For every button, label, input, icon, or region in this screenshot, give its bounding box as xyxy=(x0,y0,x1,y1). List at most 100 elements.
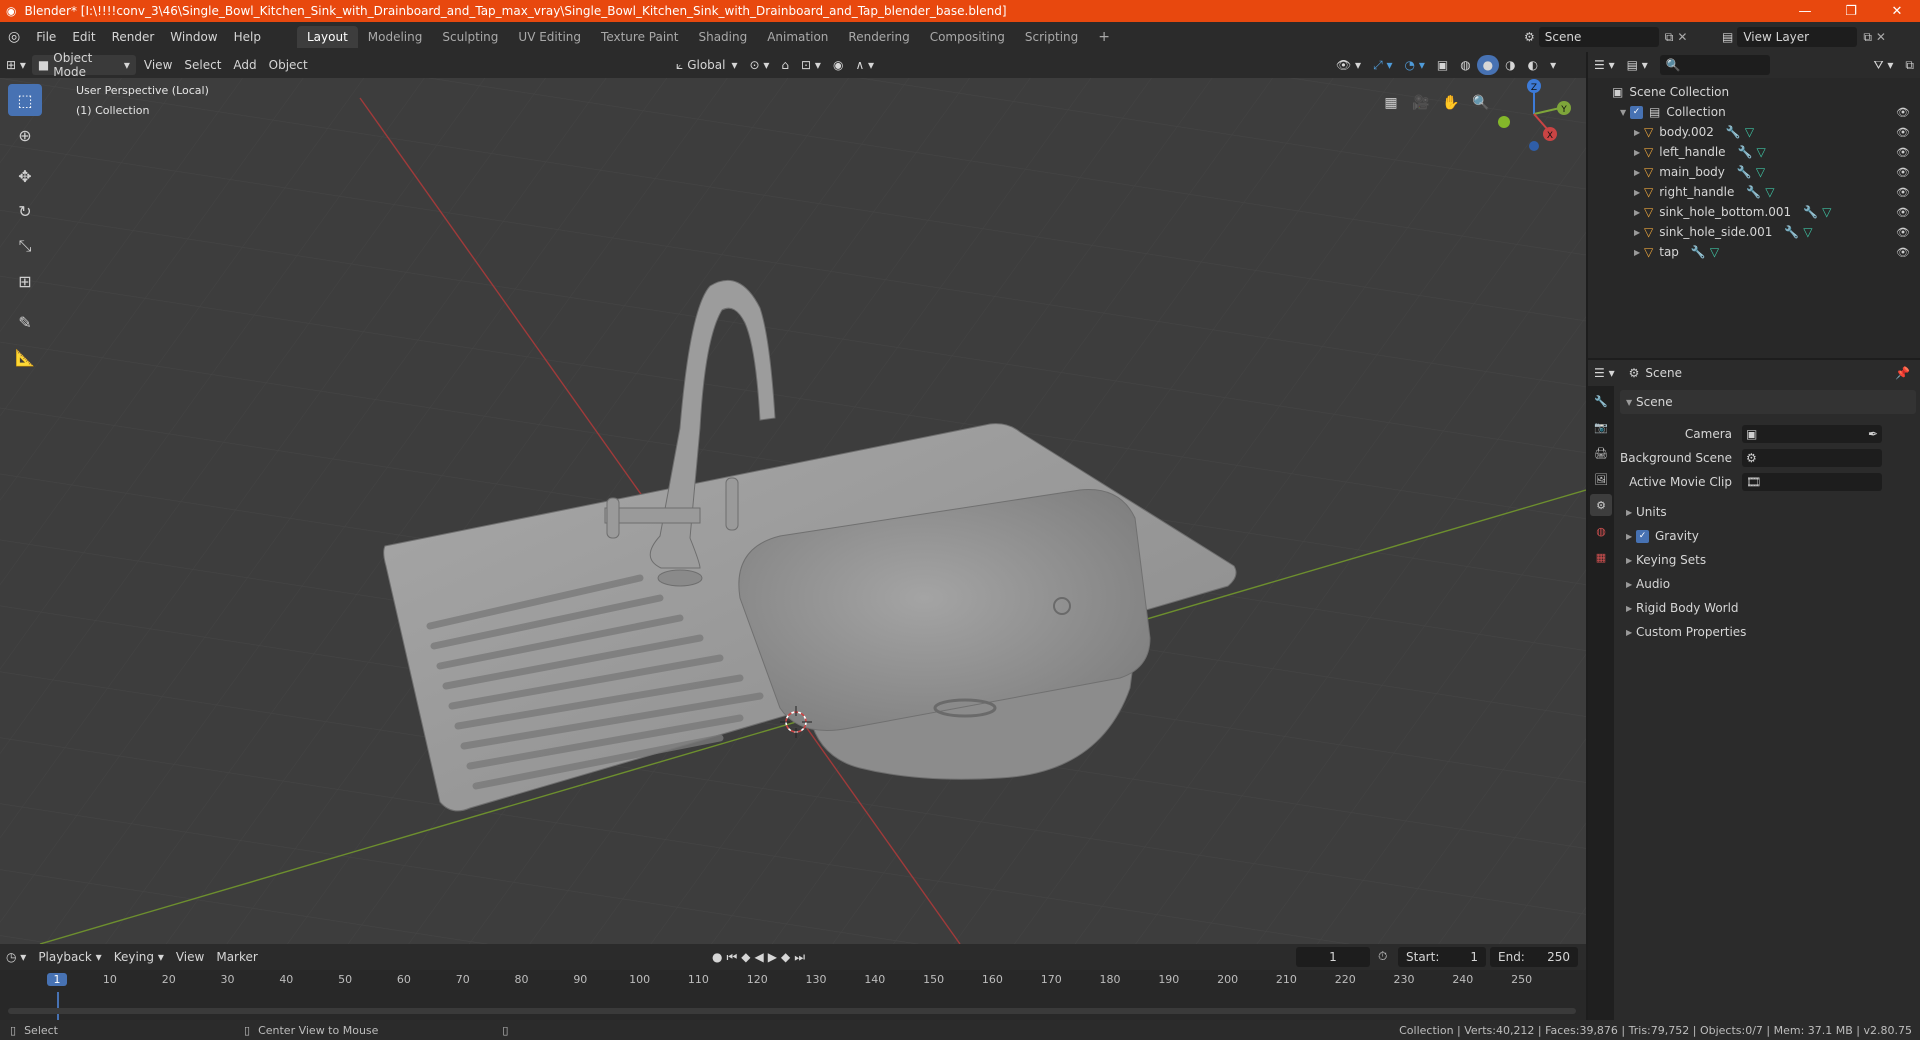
modifier-icon[interactable]: 🔧 xyxy=(1737,165,1752,179)
cursor-tool-icon[interactable]: ⊕ xyxy=(8,119,42,151)
outliner-object-row[interactable]: ▶ ▽ left_handle 🔧 ▽ 👁 xyxy=(1588,142,1920,162)
add-workspace-button[interactable]: + xyxy=(1088,25,1120,49)
tab-uv-editing[interactable]: UV Editing xyxy=(508,26,591,48)
outliner-object-row[interactable]: ▶ ▽ right_handle 🔧 ▽ 👁 xyxy=(1588,182,1920,202)
gizmo-toggle[interactable]: ⤢ ▾ xyxy=(1367,55,1398,75)
eyedropper-icon[interactable]: ✒ xyxy=(1868,427,1878,441)
start-frame-field[interactable]: Start: 1 xyxy=(1398,947,1486,967)
mesh-data-icon[interactable]: ▽ xyxy=(1710,245,1719,259)
measure-tool-icon[interactable]: 📐 xyxy=(8,341,42,373)
outliner-search-input[interactable]: 🔍 xyxy=(1659,55,1770,75)
new-view-layer-icon[interactable]: ⧉ xyxy=(1863,30,1872,45)
menu-marker[interactable]: Marker xyxy=(210,947,263,967)
toggle-orthographic-icon[interactable]: ▦ xyxy=(1378,90,1404,116)
expand-arrow-icon[interactable]: ▶ xyxy=(1634,248,1644,257)
eye-icon[interactable]: 👁 xyxy=(1896,106,1910,119)
pan-view-icon[interactable]: ✋ xyxy=(1438,90,1464,116)
pin-icon[interactable]: 📌 xyxy=(1895,366,1910,380)
jump-end-icon[interactable]: ⏭ xyxy=(794,950,805,965)
current-frame-field[interactable]: 1 xyxy=(1296,947,1370,967)
tab-compositing[interactable]: Compositing xyxy=(920,26,1015,48)
minimize-button[interactable]: — xyxy=(1782,0,1828,22)
modifier-icon[interactable]: 🔧 xyxy=(1738,145,1753,159)
move-tool-icon[interactable]: ✥ xyxy=(8,160,42,192)
pivot-point-button[interactable]: ⊙ ▾ xyxy=(744,55,776,75)
expand-arrow-icon[interactable]: ▶ xyxy=(1634,148,1644,157)
menu-add[interactable]: Add xyxy=(227,55,262,75)
menu-keying[interactable]: Keying ▾ xyxy=(108,947,170,967)
menu-playback[interactable]: Playback ▾ xyxy=(32,947,107,967)
rigid-body-world-section[interactable]: ▶ Rigid Body World xyxy=(1620,596,1916,620)
menu-help[interactable]: Help xyxy=(226,30,269,44)
tab-layout[interactable]: Layout xyxy=(296,26,358,48)
tab-animation[interactable]: Animation xyxy=(757,26,838,48)
texture-tab-icon[interactable]: ▦ xyxy=(1590,546,1612,568)
snap-target-button[interactable]: ⊡ ▾ xyxy=(795,55,827,75)
scene-name-field[interactable]: Scene xyxy=(1538,27,1659,47)
scene-tab-icon[interactable]: ⚙ xyxy=(1590,494,1612,516)
modifier-icon[interactable]: 🔧 xyxy=(1784,225,1799,239)
rendered-shading-button[interactable]: ◐ xyxy=(1522,55,1544,75)
wireframe-shading-button[interactable]: ◍ xyxy=(1454,55,1476,75)
transform-tool-icon[interactable]: ⊞ xyxy=(8,265,42,297)
camera-view-icon[interactable]: 🎥 xyxy=(1408,90,1434,116)
tab-texture-paint[interactable]: Texture Paint xyxy=(591,26,688,48)
mesh-data-icon[interactable]: ▽ xyxy=(1756,165,1765,179)
delete-scene-icon[interactable]: ✕ xyxy=(1677,30,1687,44)
transform-orientation-dropdown[interactable]: ⟀ Global ▾ xyxy=(670,55,744,75)
frame-ruler[interactable]: 1 10 20 30 40 50 60 70 80 90 100 110 120 130 140 150 160… xyxy=(0,970,1586,990)
outliner-object-row[interactable]: ▶ ▽ main_body 🔧 ▽ 👁 xyxy=(1588,162,1920,182)
annotate-tool-icon[interactable]: ✎ xyxy=(8,306,42,338)
jump-keyframe-forward-icon[interactable]: ◆ xyxy=(781,950,790,964)
expand-arrow-icon[interactable]: ▶ xyxy=(1634,168,1644,177)
scene-selector-icon[interactable]: ⚙ xyxy=(1524,30,1535,44)
record-icon[interactable]: ● xyxy=(712,950,722,964)
active-movie-clip-field[interactable]: 🎞 xyxy=(1742,473,1882,491)
eye-icon[interactable]: 👁 xyxy=(1896,126,1910,139)
material-shading-button[interactable]: ◑ xyxy=(1499,55,1521,75)
modifier-icon[interactable]: 🔧 xyxy=(1803,205,1818,219)
mesh-data-icon[interactable]: ▽ xyxy=(1745,125,1754,139)
eye-icon[interactable]: 👁 xyxy=(1896,226,1910,239)
filter-icon[interactable]: ⛛ ▾ xyxy=(1868,55,1900,75)
maximize-button[interactable]: ❐ xyxy=(1828,0,1874,22)
collection-row[interactable]: ▼ ✓ ▤ Collection 👁 xyxy=(1588,102,1920,122)
jump-keyframe-back-icon[interactable]: ◆ xyxy=(741,950,750,964)
xray-toggle[interactable]: ▣ xyxy=(1431,55,1454,75)
render-tab-icon[interactable]: 📷 xyxy=(1590,416,1612,438)
playhead[interactable] xyxy=(57,992,59,1020)
tab-shading[interactable]: Shading xyxy=(688,26,757,48)
3d-viewport[interactable]: Z Y X User Perspective (Local) (1) Colle… xyxy=(0,78,1586,944)
expand-arrow-icon[interactable]: ▶ xyxy=(1634,208,1644,217)
custom-properties-section[interactable]: ▶ Custom Properties xyxy=(1620,620,1916,644)
blender-menu-icon[interactable]: ◎ xyxy=(0,29,28,45)
expand-arrow-icon[interactable]: ▶ xyxy=(1634,228,1644,237)
modifier-icon[interactable]: 🔧 xyxy=(1746,185,1761,199)
world-tab-icon[interactable]: ◍ xyxy=(1590,520,1612,542)
select-box-tool-icon[interactable]: ⬚ xyxy=(8,84,42,116)
tab-scripting[interactable]: Scripting xyxy=(1015,26,1088,48)
scene-collection-row[interactable]: ▣ Scene Collection xyxy=(1588,82,1920,102)
gravity-checkbox[interactable]: ✓ xyxy=(1636,529,1649,543)
menu-window[interactable]: Window xyxy=(162,30,225,44)
menu-object[interactable]: Object xyxy=(263,55,314,75)
modifier-icon[interactable]: 🔧 xyxy=(1691,245,1706,259)
keying-sets-section[interactable]: ▶ Keying Sets xyxy=(1620,548,1916,572)
mesh-data-icon[interactable]: ▽ xyxy=(1765,185,1774,199)
timeline-editor-type-button[interactable]: ◷ ▾ xyxy=(0,947,32,967)
timeline-scrollbar[interactable] xyxy=(8,1008,1576,1014)
eye-icon[interactable]: 👁 xyxy=(1896,246,1910,259)
eye-icon[interactable]: 👁 xyxy=(1896,146,1910,159)
mesh-data-icon[interactable]: ▽ xyxy=(1757,145,1766,159)
units-section[interactable]: ▶ Units xyxy=(1620,500,1916,524)
view-layer-tab-icon[interactable]: 🖼 xyxy=(1590,468,1612,490)
end-frame-field[interactable]: End: 250 xyxy=(1490,947,1578,967)
delete-view-layer-icon[interactable]: ✕ xyxy=(1876,30,1886,44)
eye-icon[interactable]: 👁 xyxy=(1896,206,1910,219)
preview-range-icon[interactable]: ⏱ xyxy=(1378,949,1387,964)
play-icon[interactable]: ▶ xyxy=(768,950,777,964)
visibility-selectability-button[interactable]: 👁 ▾ xyxy=(1330,55,1367,75)
scale-tool-icon[interactable]: ⤡ xyxy=(8,230,42,262)
close-button[interactable]: ✕ xyxy=(1874,0,1920,22)
view-layer-icon[interactable]: ▤ xyxy=(1722,30,1733,44)
